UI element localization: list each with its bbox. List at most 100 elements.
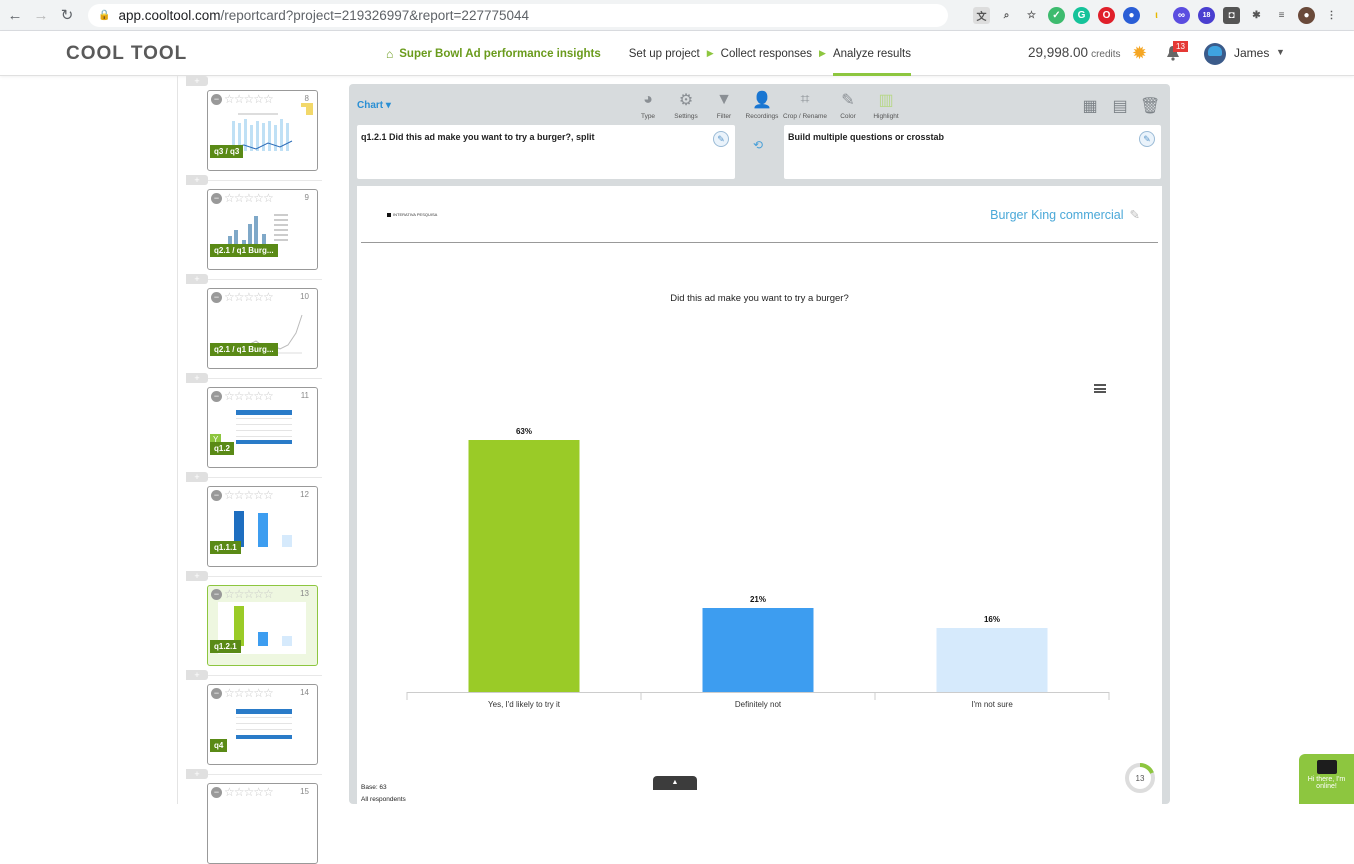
chart-bar[interactable] (468, 440, 580, 692)
slide-thumbnail-13[interactable]: − ☆☆☆☆☆ 13 q1.2.1 (207, 585, 318, 666)
home-icon: ⌂ (386, 46, 394, 61)
add-slide-button[interactable]: + (186, 274, 208, 284)
step-analyze[interactable]: Analyze results (832, 31, 911, 76)
address-bar[interactable]: 🔒 app.cooltool.com/reportcard?project=21… (88, 4, 948, 27)
user-name[interactable]: James (1234, 46, 1269, 60)
step-setup[interactable]: Set up project (629, 31, 700, 76)
tool-recordings[interactable]: 👤 Recordings (743, 90, 781, 120)
translate-icon[interactable]: 文 (973, 7, 990, 24)
back-icon[interactable]: ← (4, 4, 26, 26)
puzzle-extensions-icon[interactable]: ✱ (1248, 7, 1265, 24)
tool-highlight-label: Highlight (873, 113, 899, 120)
project-link[interactable]: ⌂ Super Bowl Ad performance insights (386, 31, 601, 76)
crosstab-selector[interactable]: Build multiple questions or crosstab ✎ (784, 125, 1161, 179)
chart-bar[interactable] (936, 628, 1048, 692)
reading-list-icon[interactable]: ≡ (1273, 7, 1290, 24)
bar-chart: 63% Yes, I'd likely to try it 21% Definitel… (406, 427, 1110, 709)
add-chart-icon[interactable]: ▦ (1080, 96, 1100, 115)
remove-slide-icon[interactable]: − (211, 292, 222, 303)
profile-avatar-icon[interactable]: ● (1298, 7, 1315, 24)
chevron-down-icon[interactable]: ▼ (1276, 47, 1285, 57)
rating-stars[interactable]: ☆☆☆☆☆ (224, 290, 274, 304)
tool-crop-rename[interactable]: ⌗ Crop / Rename (781, 90, 829, 120)
tool-type[interactable]: ◕ Type (629, 90, 667, 120)
slide-tag: q2.1 / q1 Burg... (210, 343, 278, 356)
graduation-extension-icon[interactable]: 18 (1198, 7, 1215, 24)
zoom-icon[interactable]: ⌕ (998, 7, 1015, 24)
slide-thumbnail-15[interactable]: − ☆☆☆☆☆ 15 (207, 783, 318, 864)
remove-slide-icon[interactable]: − (211, 193, 222, 204)
rating-stars[interactable]: ☆☆☆☆☆ (224, 191, 274, 205)
slide-number: 11 (300, 391, 309, 400)
bookmark-star-icon[interactable]: ☆ (1023, 7, 1040, 24)
expand-panel-button[interactable]: ▲ (653, 776, 697, 790)
tool-color[interactable]: ✎ Color (829, 90, 867, 120)
report-title-text: Burger King commercial (990, 208, 1124, 222)
record-extension-icon[interactable]: ● (1123, 7, 1140, 24)
link-extension-icon[interactable]: ∞ (1173, 7, 1190, 24)
color-pencil-icon: ✎ (841, 92, 855, 109)
tool-color-label: Color (840, 113, 856, 120)
browser-menu-icon[interactable]: ⋮ (1323, 7, 1340, 24)
edit-question-icon[interactable]: ✎ (713, 131, 729, 147)
add-slide-button[interactable]: + (186, 175, 208, 185)
add-slide-button[interactable]: + (186, 472, 208, 482)
rating-stars[interactable]: ☆☆☆☆☆ (224, 686, 274, 700)
credits-display[interactable]: 29,998.00 credits (1028, 45, 1121, 60)
brand-logo: INTERATIVA PESQUISA (387, 212, 437, 217)
tool-type-label: Type (640, 113, 656, 120)
add-slide-button[interactable]: + (186, 769, 208, 779)
user-avatar[interactable] (1204, 43, 1226, 65)
slide-thumbnail-8[interactable]: − ☆☆☆☆☆ 8 q3 / q3 (207, 90, 318, 171)
pencil-icon[interactable]: ✎ (1130, 208, 1140, 222)
trash-icon[interactable]: 🗑 (1140, 96, 1160, 115)
browser-toolbar: ← → ↻ 🔒 app.cooltool.com/reportcard?proj… (0, 0, 1354, 31)
shield-extension-icon[interactable]: ✓ (1048, 7, 1065, 24)
tool-highlight[interactable]: ▥ Highlight (867, 90, 905, 120)
rating-stars[interactable]: ☆☆☆☆☆ (224, 488, 274, 502)
rating-stars[interactable]: ☆☆☆☆☆ (224, 92, 274, 106)
reload-icon[interactable]: ↻ (56, 4, 78, 26)
slide-thumbnail-10[interactable]: − ☆☆☆☆☆ 10 q2.1 / q1 Burg... (207, 288, 318, 369)
slide-thumbnail-9[interactable]: − ☆☆☆☆☆ 9 q2.1 / q1 Burg... (207, 189, 318, 270)
edit-crosstab-icon[interactable]: ✎ (1139, 131, 1155, 147)
pencil-extension-icon[interactable]: ι (1148, 7, 1165, 24)
rating-stars[interactable]: ☆☆☆☆☆ (224, 587, 274, 601)
remove-slide-icon[interactable]: − (211, 688, 222, 699)
forward-icon[interactable]: → (30, 4, 52, 26)
step-arrow-icon: ▶ (706, 48, 714, 58)
question-selector[interactable]: q1.2.1 Did this ad make you want to try … (357, 125, 735, 179)
swap-icon[interactable]: ⟲ (749, 136, 767, 154)
opera-extension-icon[interactable]: O (1098, 7, 1115, 24)
credits-label: credits (1091, 49, 1121, 60)
chart-bar[interactable] (702, 608, 814, 692)
tool-filter[interactable]: ▼ Filter (705, 90, 743, 120)
add-slide-button[interactable]: + (186, 571, 208, 581)
add-slide-button[interactable]: + (186, 76, 208, 86)
slide-progress-ring[interactable]: 13 (1124, 762, 1156, 794)
rating-stars[interactable]: ☆☆☆☆☆ (224, 785, 274, 799)
duplicate-chart-icon[interactable]: ▤ (1110, 96, 1130, 115)
slide-thumbnail-11[interactable]: − ☆☆☆☆☆ 11 Y q1.2 (207, 387, 318, 468)
slide-thumbnail-12[interactable]: − ☆☆☆☆☆ 12 q1.1.1 (207, 486, 318, 567)
add-slide-button[interactable]: + (186, 373, 208, 383)
remove-slide-icon[interactable]: − (211, 490, 222, 501)
camera-extension-icon[interactable]: ◘ (1223, 7, 1240, 24)
add-slide-button[interactable]: + (186, 670, 208, 680)
slide-thumbnail-14[interactable]: − ☆☆☆☆☆ 14 q4 (207, 684, 318, 765)
step-collect[interactable]: Collect responses (721, 31, 812, 76)
chat-widget[interactable]: Hi there, I'm online! (1299, 754, 1354, 804)
tool-settings[interactable]: ⚙ Settings (667, 90, 705, 120)
grammarly-extension-icon[interactable]: G (1073, 7, 1090, 24)
chart-dropdown[interactable]: Chart ▾ (357, 100, 391, 111)
tips-sun-icon[interactable]: ✹ (1132, 43, 1147, 64)
report-title[interactable]: Burger King commercial ✎ (990, 207, 1140, 222)
cooltool-logo[interactable]: COOL TOOL (66, 43, 187, 65)
remove-slide-icon[interactable]: − (211, 589, 222, 600)
rating-stars[interactable]: ☆☆☆☆☆ (224, 389, 274, 403)
remove-slide-icon[interactable]: − (211, 391, 222, 402)
remove-slide-icon[interactable]: − (211, 787, 222, 798)
crosstab-text: Build multiple questions or crosstab (788, 132, 945, 142)
brand-mark (387, 212, 391, 217)
remove-slide-icon[interactable]: − (211, 94, 222, 105)
